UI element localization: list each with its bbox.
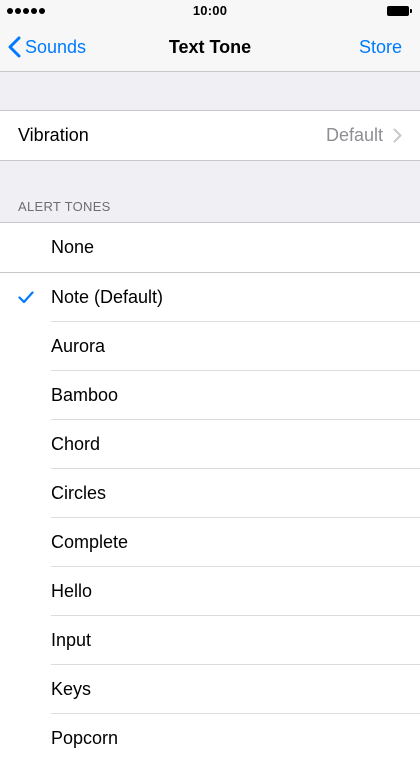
navigation-bar: Sounds Text Tone Store [0,22,420,72]
tone-row-none[interactable]: None [0,223,420,272]
tone-row-hello[interactable]: Hello [0,567,420,616]
chevron-left-icon [8,36,21,58]
vibration-value: Default [325,125,383,145]
tone-row-aurora[interactable]: Aurora [0,322,420,371]
battery-icon [387,6,413,16]
status-bar: 10:00 [0,0,420,22]
tone-label: Note (Default) [51,287,164,307]
tone-row-complete[interactable]: Complete [0,518,420,567]
tone-row-input[interactable]: Input [0,616,420,665]
tone-row-note[interactable]: Note (Default) [0,273,420,322]
alert-tones-list: Note (Default) Aurora Bamboo Chord Circl… [0,272,420,763]
tone-row-popcorn[interactable]: Popcorn [0,714,420,763]
back-button[interactable]: Sounds [8,22,86,72]
alert-tones-header: ALERT TONES [18,199,111,214]
vibration-row[interactable]: Vibration Default [0,111,420,160]
store-button[interactable]: Store [359,22,402,72]
tone-label: Aurora [51,336,106,356]
vibration-group: Vibration Default [0,110,420,161]
tone-label: Hello [51,581,93,601]
tone-label: Circles [51,483,107,503]
vibration-label: Vibration [18,125,89,145]
tone-label: Chord [51,434,101,454]
tone-label: Input [51,630,92,650]
tone-row-chord[interactable]: Chord [0,420,420,469]
tone-row-keys[interactable]: Keys [0,665,420,714]
back-button-label: Sounds [25,36,87,57]
none-group: None [0,222,420,273]
tone-row-circles[interactable]: Circles [0,469,420,518]
tone-label: Complete [51,532,129,552]
tone-label: None [51,237,95,257]
chevron-right-icon [393,128,402,143]
tone-label: Keys [51,679,92,699]
checkmark-icon [18,291,34,304]
tone-row-bamboo[interactable]: Bamboo [0,371,420,420]
tone-label: Popcorn [51,728,119,748]
status-time: 10:00 [192,3,228,18]
tone-label: Bamboo [51,385,119,405]
